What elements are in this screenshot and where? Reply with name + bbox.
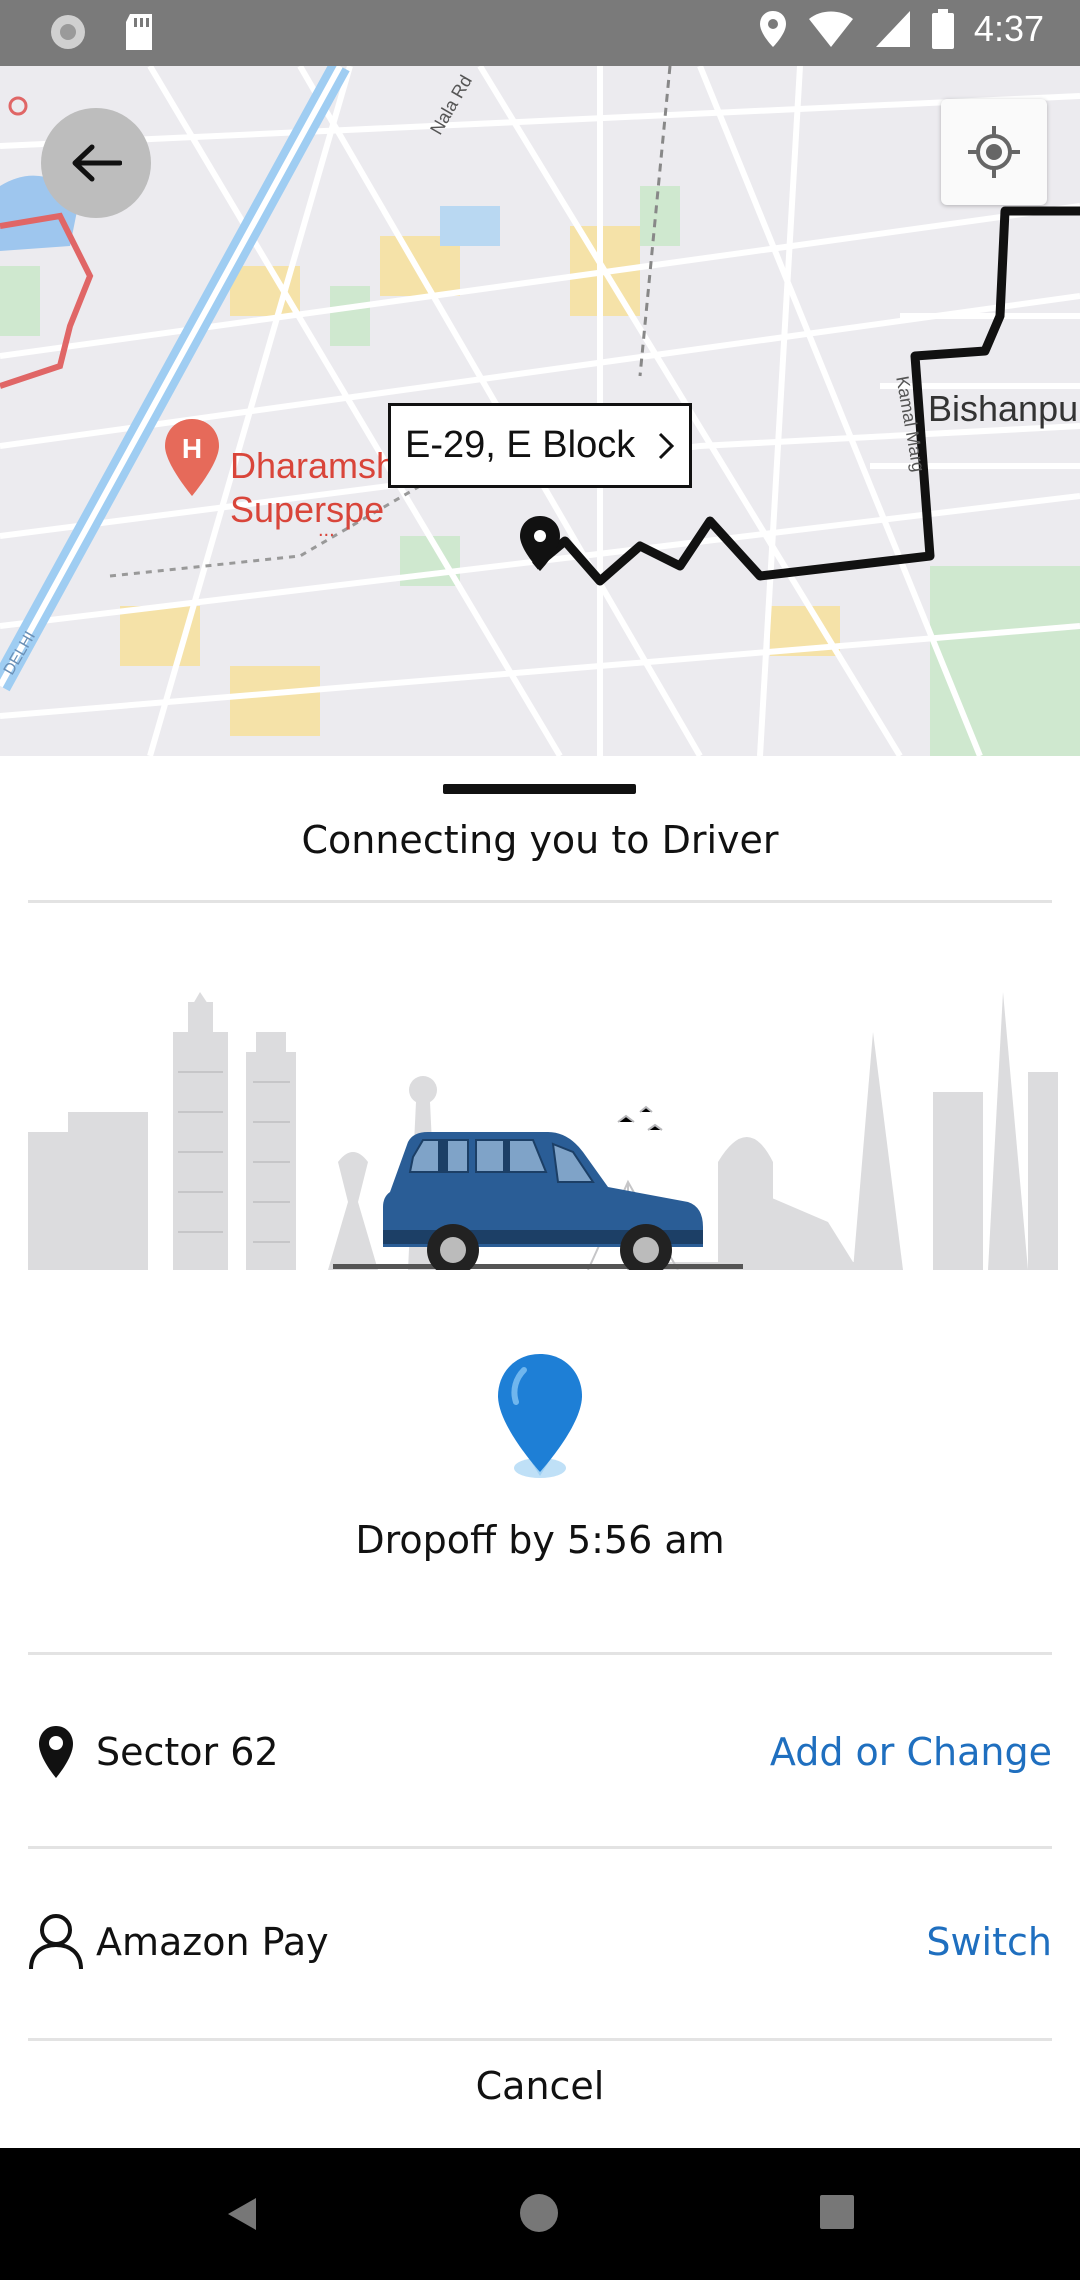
- area-label: Bishanpu: [928, 388, 1079, 429]
- chevron-right-icon: [658, 432, 675, 460]
- clock: 4:37: [973, 8, 1044, 49]
- nav-back-icon[interactable]: [222, 2194, 262, 2234]
- back-button[interactable]: [41, 108, 151, 218]
- bottom-sheet: Connecting you to Driver Dropoff by 5:56…: [0, 756, 1080, 2148]
- divider: [28, 2038, 1052, 2041]
- user-icon: [28, 1913, 84, 1971]
- pickup-label-text: E-29, E Block: [405, 424, 636, 466]
- status-bar: 4:37: [0, 0, 1080, 66]
- divider: [28, 900, 1052, 903]
- payment-method-label: Amazon Pay: [96, 1920, 329, 1964]
- signal-icon: [875, 11, 910, 47]
- crosshair-icon: [968, 126, 1020, 178]
- sd-card-icon: [126, 14, 152, 50]
- dropoff-time: Dropoff by 5:56 am: [355, 1518, 725, 1562]
- system-nav-bar: [0, 2148, 1080, 2280]
- car-icon: [383, 1132, 703, 1270]
- battery-icon: [931, 9, 954, 49]
- divider: [28, 1652, 1052, 1655]
- poi-icon-letter: H: [182, 433, 202, 464]
- payment-row[interactable]: Amazon Pay Switch: [28, 1892, 1052, 1992]
- city-skyline-illustration: [28, 992, 1058, 1270]
- arrow-left-icon: [72, 144, 122, 182]
- map-view[interactable]: H Nala Rd Kamal Marg DELHI ... Dharamshi…: [0, 66, 1080, 756]
- add-or-change-button[interactable]: Add or Change: [770, 1730, 1052, 1774]
- activity-icon: [51, 15, 85, 49]
- destination-row[interactable]: Sector 62 Add or Change: [28, 1702, 1052, 1802]
- my-location-button[interactable]: [941, 99, 1047, 205]
- map-pin-icon: [498, 1354, 582, 1478]
- pickup-location-label[interactable]: E-29, E Block: [388, 403, 692, 488]
- nav-recents-icon[interactable]: [820, 2195, 854, 2229]
- location-icon: [759, 11, 786, 47]
- drag-handle[interactable]: [443, 784, 636, 794]
- wifi-icon: [808, 11, 853, 47]
- cancel-button[interactable]: Cancel: [0, 2064, 1080, 2108]
- switch-payment-button[interactable]: Switch: [926, 1920, 1052, 1964]
- destination-label: Sector 62: [96, 1730, 279, 1774]
- sheet-title: Connecting you to Driver: [301, 818, 779, 862]
- divider: [28, 1846, 1052, 1849]
- nav-home-icon[interactable]: [520, 2194, 558, 2232]
- location-pin-icon: [28, 1724, 84, 1780]
